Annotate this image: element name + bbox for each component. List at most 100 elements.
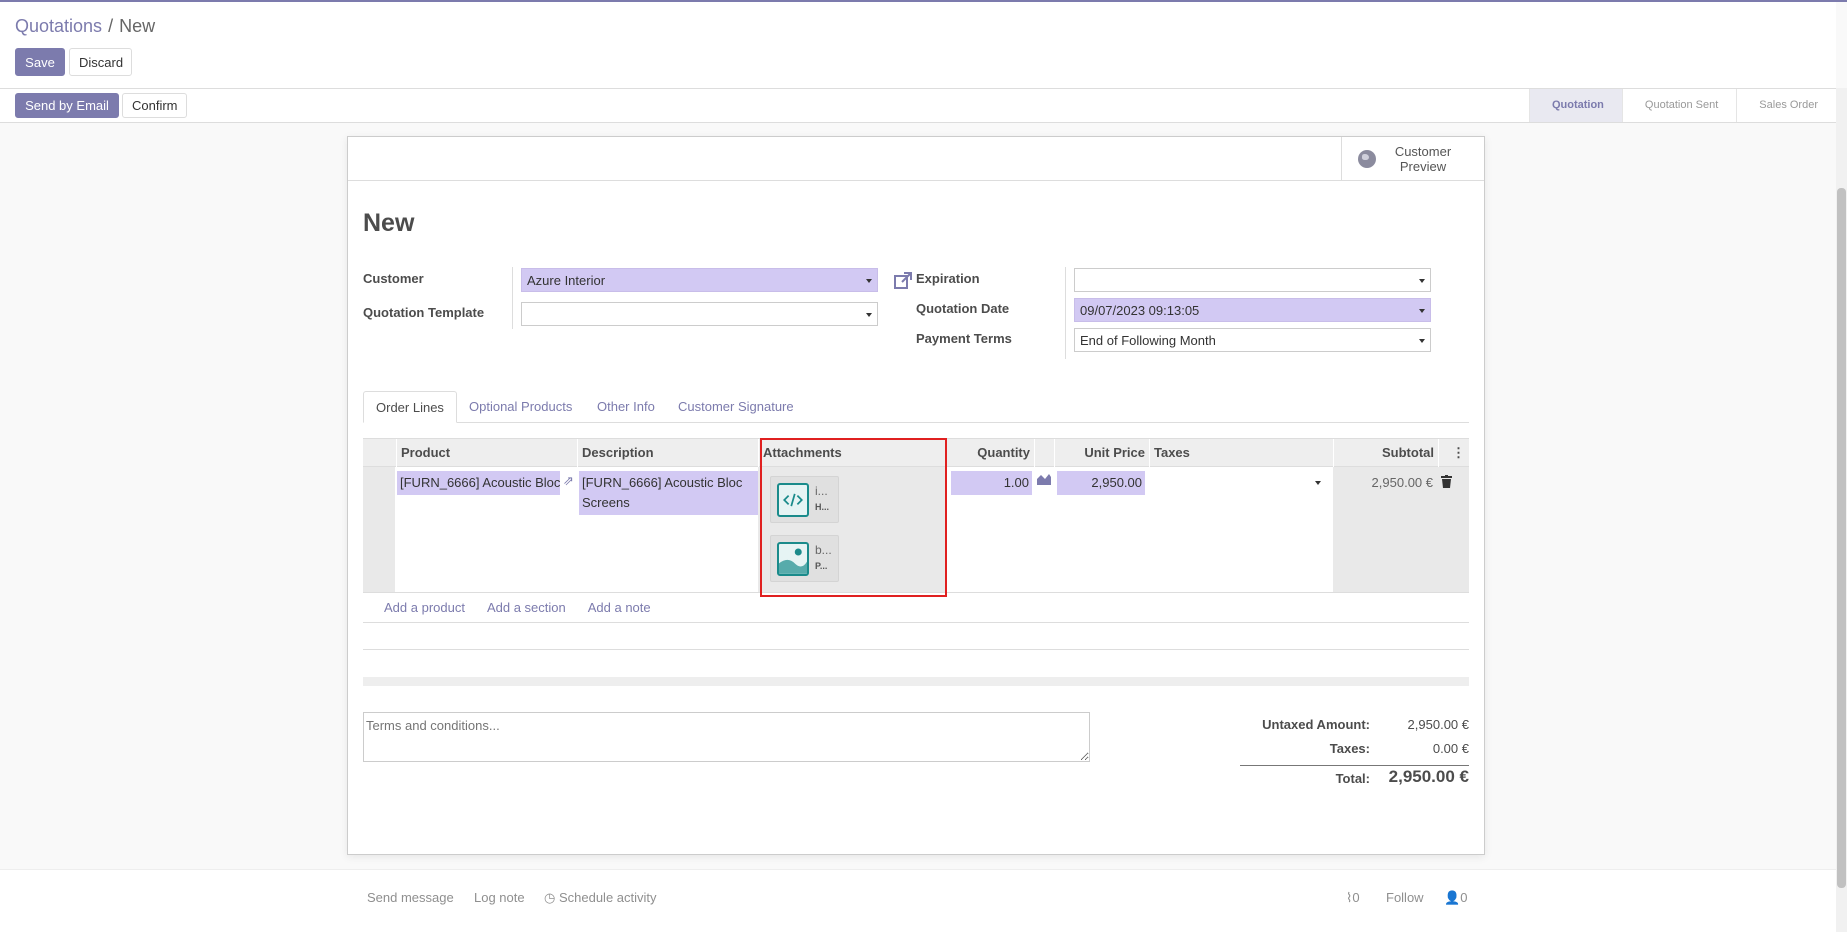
schedule-activity-button[interactable]: ◷ Schedule activity <box>544 890 657 906</box>
totals-divider <box>1240 765 1469 766</box>
breadcrumb: Quotations / New <box>15 16 155 37</box>
column-header-description[interactable]: Description <box>577 439 758 467</box>
customer-label: Customer <box>363 271 424 286</box>
column-options-icon[interactable]: ⋮ <box>1438 439 1469 467</box>
follow-button[interactable]: Follow <box>1386 890 1424 905</box>
tab-optional-products[interactable]: Optional Products <box>457 391 584 423</box>
attachment-type: P... <box>815 561 828 571</box>
breadcrumb-separator: / <box>108 16 114 36</box>
chevron-down-icon[interactable] <box>1315 481 1321 485</box>
chevron-down-icon[interactable] <box>1419 309 1425 313</box>
field-separator <box>512 267 513 329</box>
column-header-taxes[interactable]: Taxes <box>1149 439 1333 467</box>
discard-button[interactable]: Discard <box>69 48 132 76</box>
chatter-bar: Send message Log note ◷ Schedule activit… <box>0 869 1836 932</box>
column-header-quantity[interactable]: Quantity <box>946 439 1034 467</box>
add-section-link[interactable]: Add a section <box>487 600 566 615</box>
expiration-field[interactable] <box>1074 268 1431 292</box>
unit-price-input[interactable]: 2,950.00 <box>1057 471 1145 495</box>
send-by-email-button[interactable]: Send by Email <box>15 93 119 118</box>
add-note-link[interactable]: Add a note <box>588 600 651 615</box>
stage-sales-order[interactable]: Sales Order <box>1736 89 1836 122</box>
table-divider <box>363 649 1469 650</box>
chevron-down-icon[interactable] <box>866 279 872 283</box>
table-row[interactable]: [FURN_6666] Acoustic Bloc ⇗ [FURN_6666] … <box>363 467 1469 593</box>
payment-terms-value: End of Following Month <box>1080 333 1216 348</box>
log-note-button[interactable]: Log note <box>474 890 525 905</box>
field-separator <box>1065 267 1066 359</box>
table-footer-band <box>363 677 1469 686</box>
quotation-template-label: Quotation Template <box>363 305 485 320</box>
add-line-links: Add a product Add a section Add a note <box>384 600 673 615</box>
terms-and-conditions-input[interactable] <box>363 712 1090 762</box>
user-icon: 👤 <box>1444 890 1461 905</box>
customer-preview-label: Customer Preview <box>1394 144 1452 174</box>
image-file-icon <box>777 542 809 576</box>
quotation-template-field[interactable] <box>521 302 878 326</box>
taxes-label: Taxes: <box>1329 741 1370 756</box>
expiration-label: Expiration <box>916 271 980 286</box>
form-sheet: Customer Preview New Customer Quotation … <box>347 136 1485 855</box>
tab-order-lines[interactable]: Order Lines <box>363 391 457 423</box>
total-value: 2,950.00 € <box>1388 767 1469 786</box>
clock-icon: ◷ <box>544 890 556 905</box>
table-header: Product Description Attachments Quantity… <box>363 438 1469 467</box>
payment-terms-label: Payment Terms <box>916 331 1012 346</box>
column-header-unit-price[interactable]: Unit Price <box>1054 439 1149 467</box>
payment-terms-field[interactable]: End of Following Month <box>1074 328 1431 352</box>
confirm-button[interactable]: Confirm <box>122 93 187 118</box>
breadcrumb-current: New <box>119 16 156 36</box>
breadcrumb-quotations-link[interactable]: Quotations <box>15 16 102 36</box>
attachment-count-button[interactable]: ⌇0 <box>1346 890 1360 906</box>
chevron-down-icon[interactable] <box>866 313 872 317</box>
stage-quotation-sent[interactable]: Quotation Sent <box>1621 89 1737 122</box>
description-input[interactable]: [FURN_6666] Acoustic Bloc Screens <box>579 471 758 515</box>
globe-icon <box>1358 150 1376 168</box>
notebook-tabs: Order Lines Optional Products Other Info… <box>363 391 1469 423</box>
customer-value: Azure Interior <box>527 273 606 288</box>
trash-icon[interactable] <box>1441 475 1452 488</box>
chevron-down-icon[interactable] <box>1419 339 1425 343</box>
external-link-icon[interactable]: ⇗ <box>563 473 574 489</box>
customer-preview-button[interactable]: Customer Preview <box>1341 137 1484 181</box>
taxes-value: 0.00 € <box>1432 741 1469 756</box>
column-header-product[interactable]: Product <box>396 439 577 467</box>
chevron-down-icon[interactable] <box>1419 279 1425 283</box>
add-product-link[interactable]: Add a product <box>384 600 465 615</box>
column-header-forecast <box>1034 439 1054 467</box>
quantity-input[interactable]: 1.00 <box>951 471 1032 495</box>
code-file-icon <box>777 483 809 517</box>
schedule-activity-label: Schedule activity <box>558 890 657 905</box>
followers-button[interactable]: 👤0 <box>1444 890 1467 906</box>
table-divider <box>363 622 1469 623</box>
attachment-name: i... <box>815 484 828 498</box>
follower-count: 0 <box>1460 890 1468 905</box>
subtotal-value: 2,950.00 € <box>1371 475 1433 490</box>
customer-field[interactable]: Azure Interior <box>521 268 878 292</box>
taxes-input[interactable] <box>1151 471 1323 495</box>
page-title: New <box>363 209 415 237</box>
send-message-button[interactable]: Send message <box>367 890 454 905</box>
scrollbar-thumb[interactable] <box>1837 188 1846 888</box>
tab-customer-signature[interactable]: Customer Signature <box>666 391 806 423</box>
column-header-attachments[interactable]: Attachments <box>758 439 946 467</box>
product-input[interactable]: [FURN_6666] Acoustic Bloc <box>397 471 560 495</box>
order-lines-table: Product Description Attachments Quantity… <box>363 438 1469 593</box>
status-stages: Quotation Quotation Sent Sales Order <box>1528 89 1836 122</box>
quotation-date-value: 09/07/2023 09:13:05 <box>1080 303 1200 318</box>
stage-quotation[interactable]: Quotation <box>1528 89 1622 122</box>
untaxed-amount-value: 2,950.00 € <box>1407 717 1469 732</box>
statusbar: Send by Email Confirm Quotation Quotatio… <box>0 88 1836 123</box>
area-chart-icon[interactable] <box>1037 473 1051 485</box>
page-scrollbar[interactable] <box>1836 88 1847 932</box>
quotation-date-label: Quotation Date <box>916 301 1010 316</box>
external-link-icon[interactable] <box>893 271 913 291</box>
quotation-date-field[interactable]: 09/07/2023 09:13:05 <box>1074 298 1431 322</box>
save-button[interactable]: Save <box>15 48 65 76</box>
attachment-item[interactable]: i... H... <box>770 476 839 523</box>
tab-other-info[interactable]: Other Info <box>585 391 667 423</box>
attachment-item[interactable]: b... P... <box>770 535 839 582</box>
attachment-type: H... <box>815 502 830 512</box>
attachment-count: 0 <box>1352 890 1360 905</box>
column-header-subtotal[interactable]: Subtotal <box>1333 439 1438 467</box>
